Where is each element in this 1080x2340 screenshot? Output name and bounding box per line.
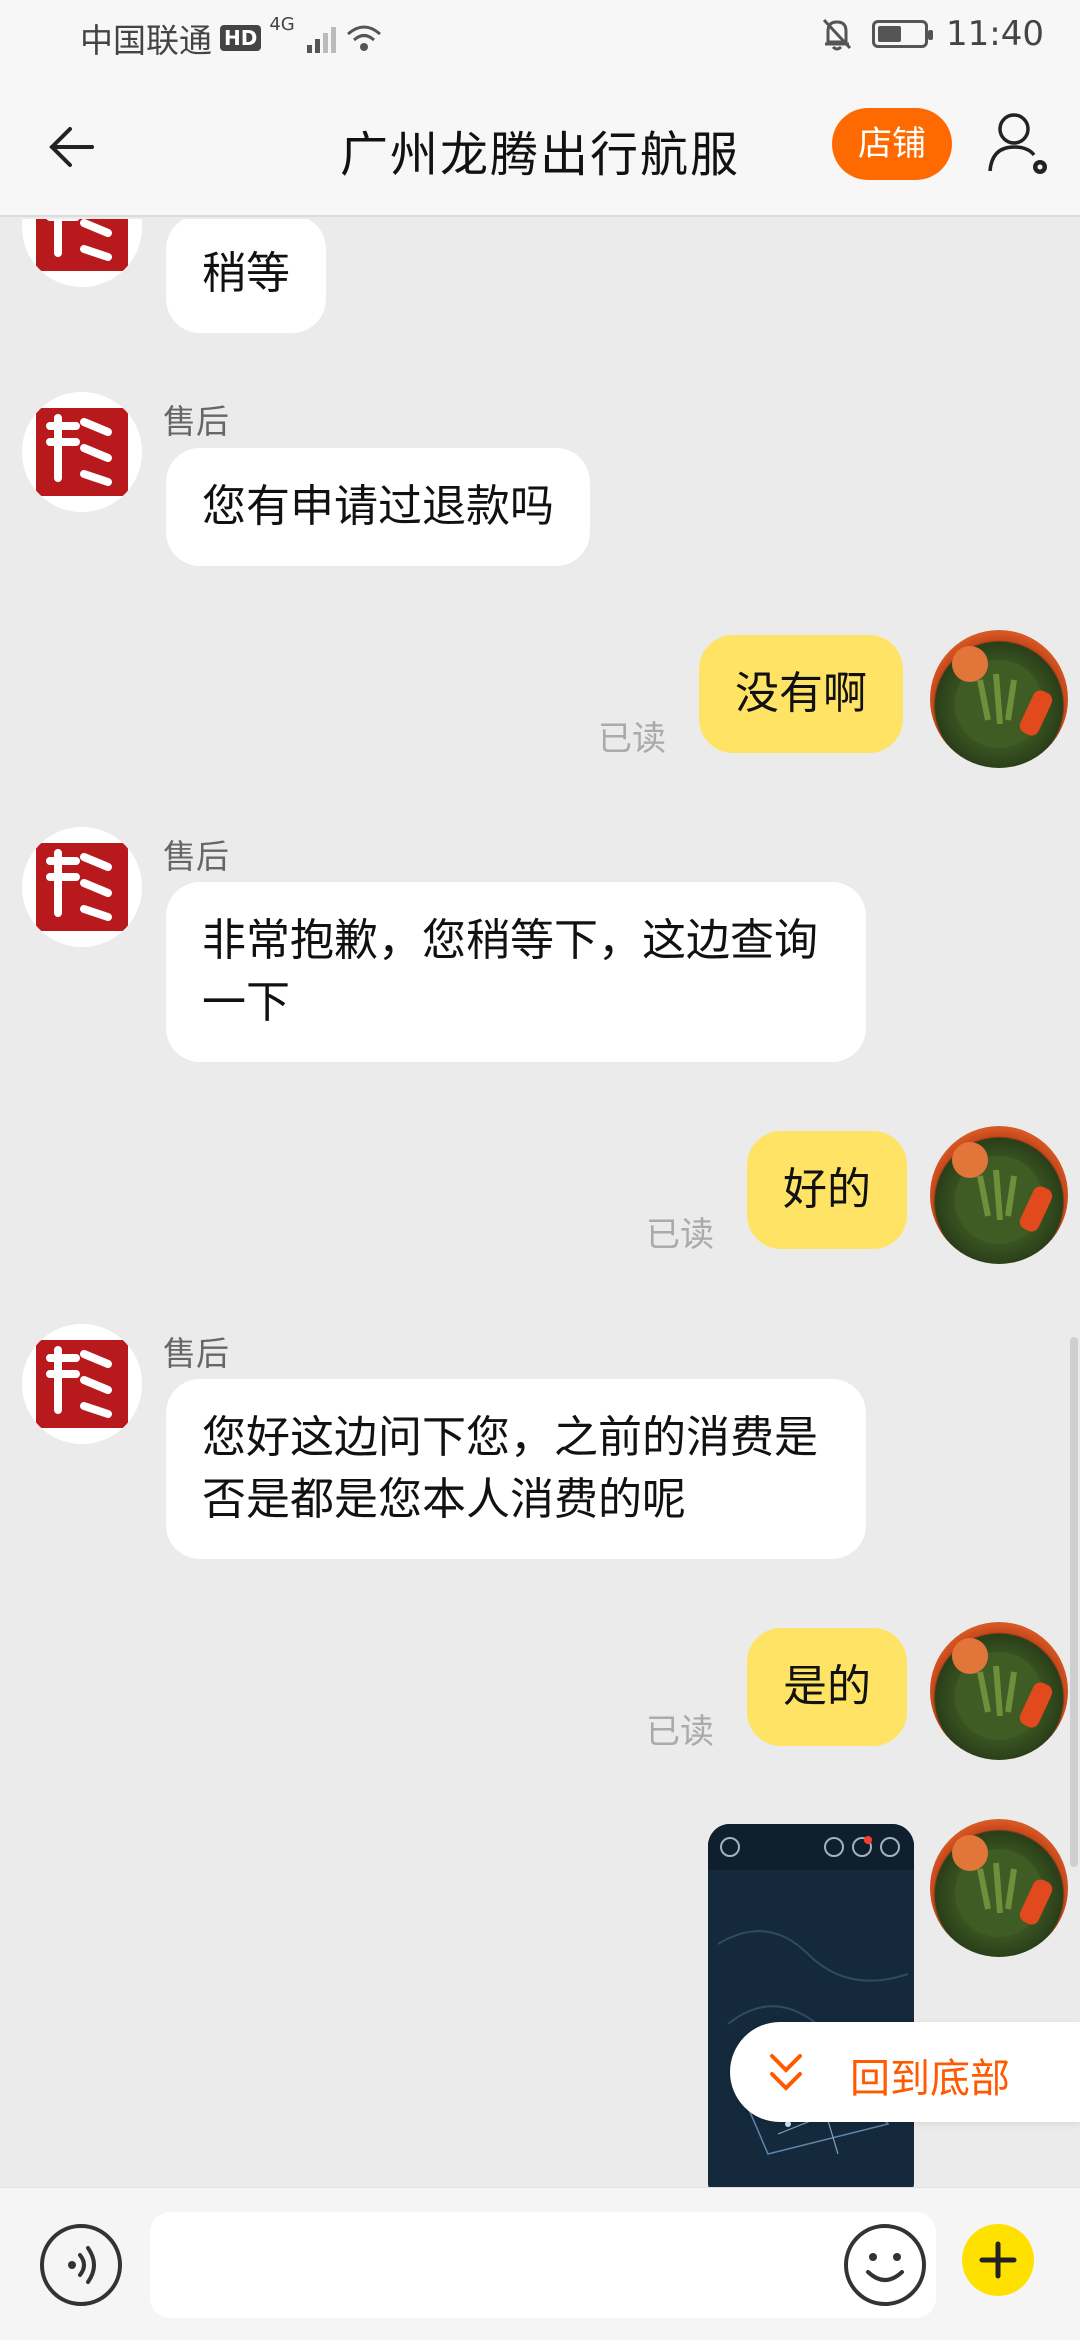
shop-avatar[interactable]: [22, 392, 142, 512]
network-label: 4G: [269, 14, 295, 35]
battery-icon: [872, 20, 934, 48]
clock: 11:40: [946, 14, 1044, 54]
message-bubble[interactable]: 您好这边问下您，之前的消费是否是都是您本人消费的呢: [166, 1379, 866, 1559]
image-message-thumbnail[interactable]: [708, 1824, 914, 2187]
emoji-icon[interactable]: [844, 2224, 926, 2306]
my-avatar[interactable]: [930, 1819, 1068, 1957]
message-input[interactable]: [150, 2212, 936, 2318]
chat-header: 广州龙腾出行航服 店铺: [0, 75, 1080, 217]
chat-scrollbar[interactable]: [1070, 1337, 1078, 1867]
mute-bell-icon: [822, 18, 852, 51]
double-chevron-down-icon: [770, 2054, 802, 2091]
status-bar: 中国联通 HD 4G 11:40: [0, 0, 1080, 75]
voice-input-icon[interactable]: [40, 2224, 122, 2306]
message-bubble[interactable]: 您有申请过退款吗: [166, 448, 590, 566]
add-more-icon[interactable]: [962, 2224, 1034, 2296]
my-avatar[interactable]: [930, 630, 1068, 768]
my-message-bubble[interactable]: 是的: [747, 1628, 907, 1746]
sender-name: 售后: [163, 1334, 229, 1373]
shop-avatar[interactable]: [22, 219, 142, 287]
shop-button[interactable]: 店铺: [832, 108, 952, 180]
read-status: 已读: [598, 719, 666, 759]
input-bar: [0, 2187, 1080, 2340]
sender-name: 售后: [163, 837, 229, 876]
message-bubble[interactable]: 稍等: [166, 219, 326, 333]
carrier-label: 中国联通: [80, 21, 212, 60]
my-avatar[interactable]: [930, 1622, 1068, 1760]
sender-name: 售后: [163, 402, 229, 441]
message-bubble[interactable]: 非常抱歉，您稍等下，这边查询一下: [166, 882, 866, 1062]
read-status: 已读: [646, 1215, 714, 1255]
message-list[interactable]: 稍等 售后 您有申请过退款吗 已读 没有啊 售后 非常抱歉，您稍等下，这边查询一…: [0, 219, 1080, 2187]
jump-to-bottom-button[interactable]: 回到底部: [730, 2022, 1080, 2122]
wifi-icon: [346, 25, 381, 51]
my-message-bubble[interactable]: 好的: [747, 1131, 907, 1249]
my-avatar[interactable]: [930, 1126, 1068, 1264]
user-settings-icon[interactable]: [984, 107, 1056, 179]
shop-avatar[interactable]: [22, 827, 142, 947]
shop-avatar[interactable]: [22, 1324, 142, 1444]
my-message-bubble[interactable]: 没有啊: [699, 635, 903, 753]
read-status: 已读: [646, 1712, 714, 1752]
signal-icon: [306, 23, 336, 53]
hd-badge: HD: [220, 25, 262, 51]
jump-to-bottom-label: 回到底部: [850, 2056, 1010, 2102]
